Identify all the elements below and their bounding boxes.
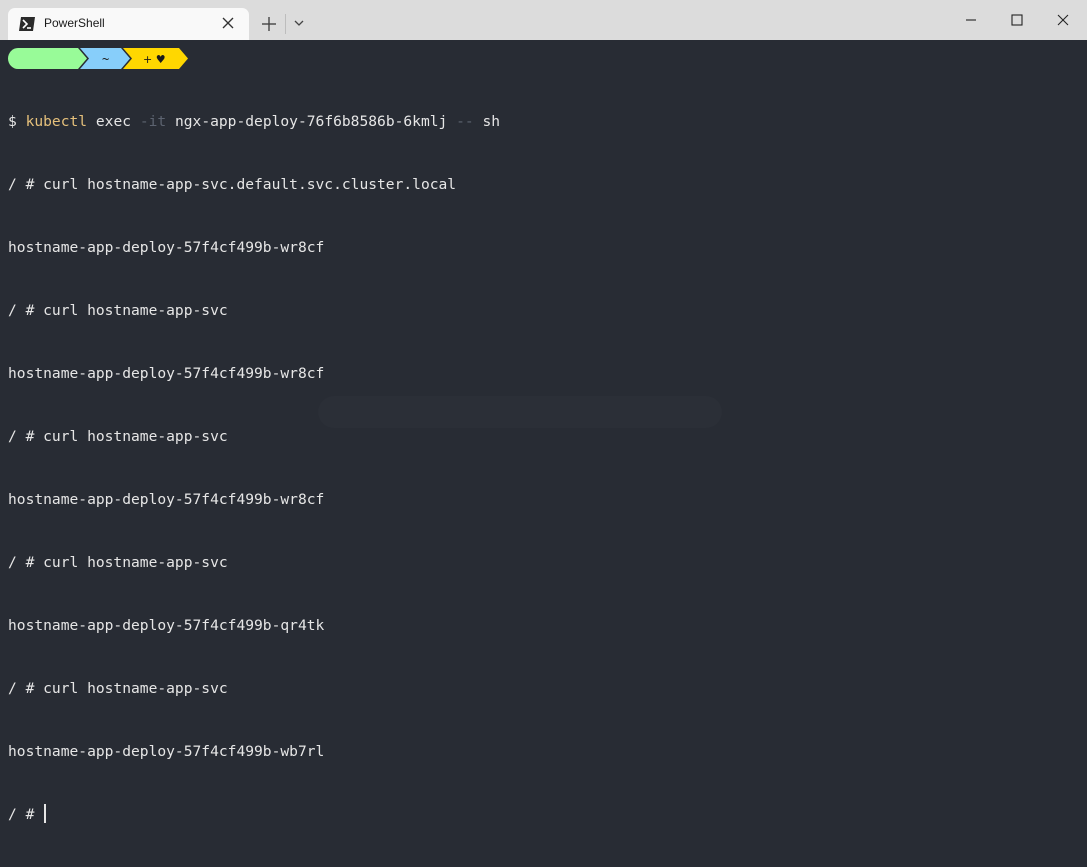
output-line: hostname-app-deploy-57f4cf499b-wr8cf (8, 239, 325, 256)
background-watermark (318, 396, 722, 428)
prompt-status-text: + ♥ (143, 53, 166, 66)
output-line: / # curl hostname-app-svc (8, 680, 228, 697)
title-bar: PowerShell (0, 0, 1087, 40)
powershell-icon (19, 17, 35, 31)
maximize-icon[interactable] (1003, 6, 1031, 34)
tab-powershell[interactable]: PowerShell (8, 8, 249, 40)
plus-icon[interactable] (258, 13, 280, 35)
close-icon[interactable] (1049, 6, 1077, 34)
text-cursor (44, 804, 47, 823)
output-line: hostname-app-deploy-57f4cf499b-wr8cf (8, 365, 325, 382)
command-args: ngx-app-deploy-76f6b8586b-6kmlj (166, 113, 457, 130)
output-line: hostname-app-deploy-57f4cf499b-qr4tk (8, 617, 325, 634)
output-line: / # curl hostname-app-svc.default.svc.cl… (8, 176, 457, 193)
minimize-icon[interactable] (957, 6, 985, 34)
terminal-pane[interactable]: ~ + ♥ $ kubectl exec -it ngx-app-deploy-… (0, 40, 1087, 823)
prompt-segment-user (8, 48, 87, 69)
command-args: exec (87, 113, 140, 130)
prompt-symbol: $ (8, 113, 26, 130)
command-name: kubectl (25, 113, 88, 130)
command-args: sh (473, 113, 501, 130)
prompt-segments: ~ + ♥ (8, 48, 188, 69)
output-line: hostname-app-deploy-57f4cf499b-wb7rl (8, 743, 325, 760)
prompt-path-text: ~ (102, 52, 109, 66)
chevron-down-icon[interactable] (291, 15, 307, 31)
command-flag: -- (456, 113, 474, 130)
command-flag: -it (139, 113, 167, 130)
command-line: $ kubectl exec -it ngx-app-deploy-76f6b8… (8, 111, 500, 132)
close-tab-icon[interactable] (221, 16, 235, 30)
current-prompt-line[interactable]: / # (8, 804, 500, 825)
terminal-output: $ kubectl exec -it ngx-app-deploy-76f6b8… (8, 69, 500, 867)
tab-title: PowerShell (44, 16, 105, 30)
divider (285, 14, 286, 34)
output-line: / # curl hostname-app-svc (8, 554, 228, 571)
output-line: / # curl hostname-app-svc (8, 302, 228, 319)
shell-prompt: / # (8, 806, 44, 823)
output-line: hostname-app-deploy-57f4cf499b-wr8cf (8, 491, 325, 508)
